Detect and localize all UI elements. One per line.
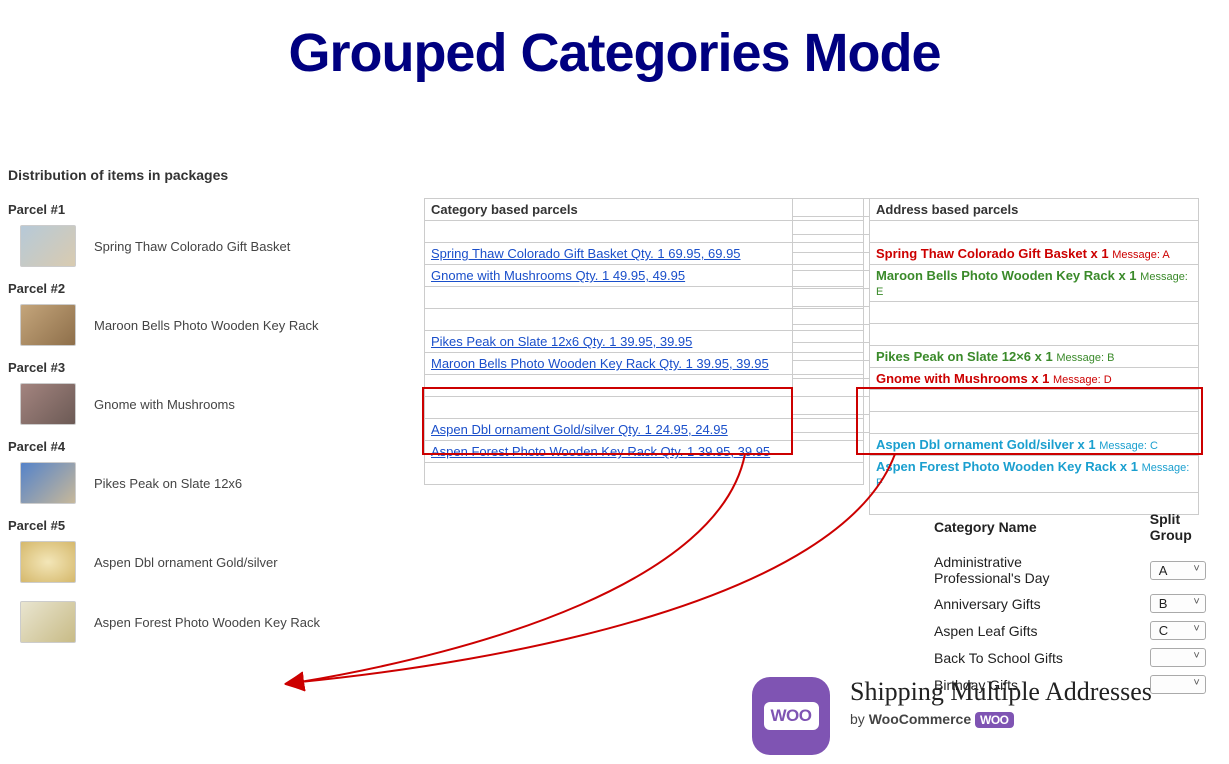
address-row: Pikes Peak on Slate 12×6 x 1 Message: B — [870, 346, 1199, 368]
parcel-label: Parcel #1 — [8, 202, 388, 217]
product-thumbnail — [20, 304, 76, 346]
table-header: Address based parcels — [870, 199, 1199, 221]
product-thumbnail — [20, 601, 76, 643]
split-group-select[interactable]: C — [1150, 621, 1206, 640]
address-row: Spring Thaw Colorado Gift Basket x 1 Mes… — [870, 243, 1199, 265]
spacer-column — [792, 198, 870, 433]
parcel-label: Parcel #3 — [8, 360, 388, 375]
product-name: Aspen Dbl ornament Gold/silver — [94, 555, 278, 570]
parcel-link[interactable]: Gnome with Mushrooms Qty. 1 49.95, 49.95 — [431, 268, 685, 283]
product-name: Gnome with Mushrooms — [94, 397, 235, 412]
woocommerce-icon: WOO — [752, 677, 830, 755]
address-parcels-table: Address based parcels Spring Thaw Colora… — [869, 198, 1199, 515]
category-name: Aspen Leaf Gifts — [928, 618, 1118, 643]
address-row: Maroon Bells Photo Wooden Key Rack x 1 M… — [870, 265, 1199, 302]
plugin-author: by WooCommerce WOO — [850, 711, 1152, 728]
parcel-label: Parcel #5 — [8, 518, 388, 533]
product-name: Maroon Bells Photo Wooden Key Rack — [94, 318, 319, 333]
split-group-select[interactable] — [1150, 675, 1206, 694]
split-group-select[interactable] — [1150, 648, 1206, 667]
parcel-link[interactable]: Maroon Bells Photo Wooden Key Rack Qty. … — [431, 356, 769, 371]
product-thumbnail — [20, 541, 76, 583]
woo-badge-text: WOO — [764, 702, 819, 730]
split-group-table: Category Name Split Group Administrative… — [926, 506, 1229, 699]
category-name: Back To School Gifts — [928, 645, 1118, 670]
product-name: Spring Thaw Colorado Gift Basket — [94, 239, 290, 254]
distribution-heading: Distribution of items in packages — [8, 167, 228, 183]
split-group-select[interactable]: B — [1150, 594, 1206, 613]
product-thumbnail — [20, 225, 76, 267]
parcel-link[interactable]: Pikes Peak on Slate 12x6 Qty. 1 39.95, 3… — [431, 334, 692, 349]
col-header: Category Name — [928, 508, 1118, 549]
page-title: Grouped Categories Mode — [0, 22, 1229, 84]
parcel-block: Parcel #5 Aspen Dbl ornament Gold/silver… — [8, 518, 388, 643]
product-thumbnail — [20, 462, 76, 504]
parcels-list: Parcel #1 Spring Thaw Colorado Gift Bask… — [8, 202, 388, 657]
category-name: Administrative Professional's Day — [928, 551, 1118, 589]
address-row: Aspen Dbl ornament Gold/silver x 1 Messa… — [870, 434, 1199, 456]
address-row: Aspen Forest Photo Wooden Key Rack x 1 M… — [870, 456, 1199, 493]
split-group-select[interactable]: A — [1150, 561, 1206, 580]
plugin-card: WOO Shipping Multiple Addresses by WooCo… — [752, 677, 1152, 755]
parcel-block: Parcel #3 Gnome with Mushrooms — [8, 360, 388, 425]
parcel-label: Parcel #2 — [8, 281, 388, 296]
product-thumbnail — [20, 383, 76, 425]
category-name: Anniversary Gifts — [928, 591, 1118, 616]
product-name: Pikes Peak on Slate 12x6 — [94, 476, 242, 491]
woo-badge-small: WOO — [975, 712, 1014, 728]
parcel-block: Parcel #1 Spring Thaw Colorado Gift Bask… — [8, 202, 388, 267]
parcel-link[interactable]: Spring Thaw Colorado Gift Basket Qty. 1 … — [431, 246, 741, 261]
parcel-block: Parcel #2 Maroon Bells Photo Wooden Key … — [8, 281, 388, 346]
address-row: Gnome with Mushrooms x 1 Message: D — [870, 368, 1199, 390]
parcel-block: Parcel #4 Pikes Peak on Slate 12x6 — [8, 439, 388, 504]
product-name: Aspen Forest Photo Wooden Key Rack — [94, 615, 320, 630]
parcel-label: Parcel #4 — [8, 439, 388, 454]
plugin-title: Shipping Multiple Addresses — [850, 677, 1152, 707]
col-header: Split Group — [1120, 508, 1227, 549]
parcel-link[interactable]: Aspen Dbl ornament Gold/silver Qty. 1 24… — [431, 422, 728, 437]
parcel-link[interactable]: Aspen Forest Photo Wooden Key Rack Qty. … — [431, 444, 770, 459]
